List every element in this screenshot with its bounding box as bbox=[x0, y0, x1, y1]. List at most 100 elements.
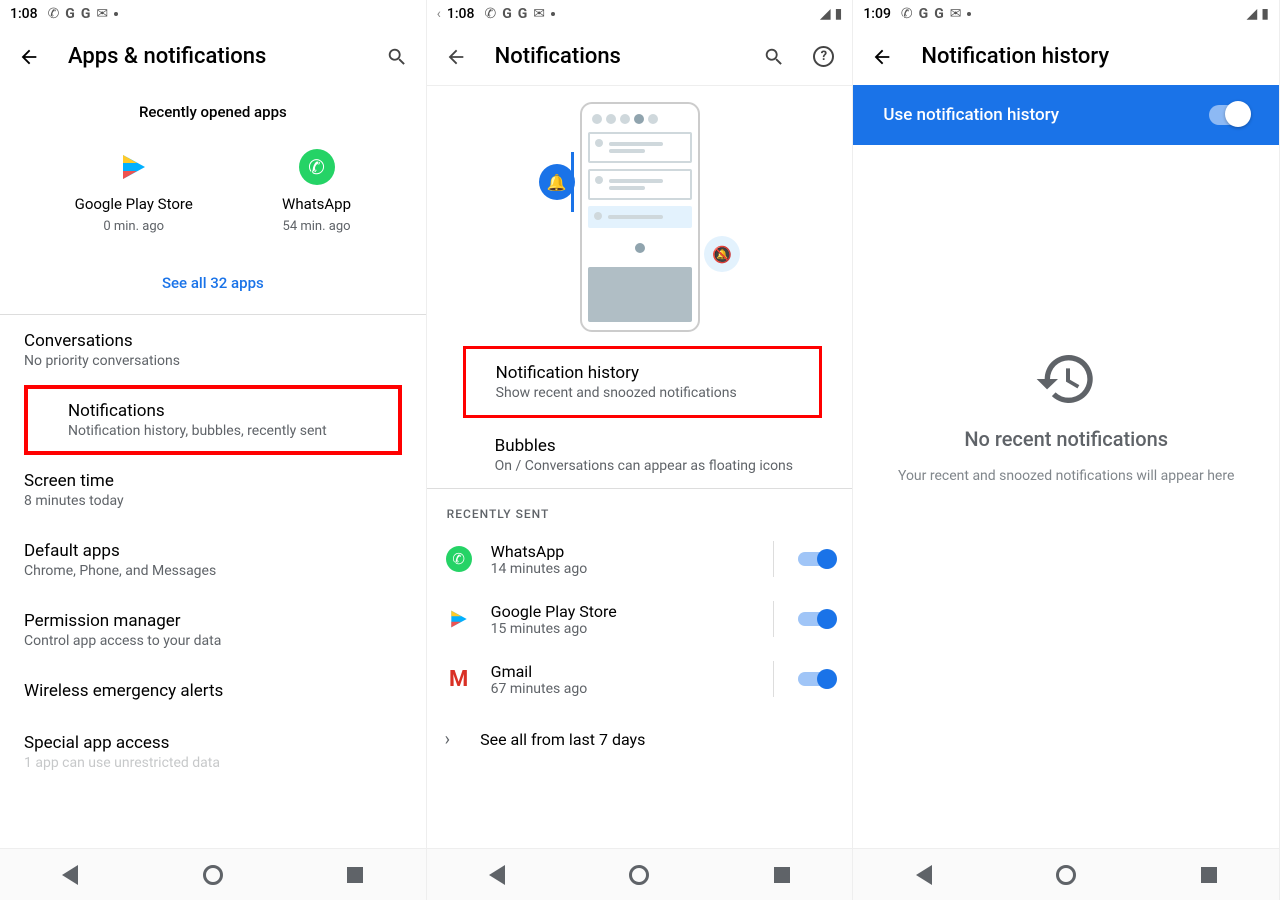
help-icon[interactable]: ? bbox=[813, 46, 834, 67]
recently-opened-label: Recently opened apps bbox=[0, 85, 426, 131]
bell-icon: 🔔 bbox=[539, 164, 575, 200]
chevron-right-icon: › bbox=[445, 729, 450, 750]
row-sub: Notification history, bubbles, recently … bbox=[68, 423, 398, 439]
app-time: 0 min. ago bbox=[103, 219, 164, 234]
row-wireless-emergency[interactable]: Wireless emergency alerts bbox=[0, 665, 426, 717]
row-title: Default apps bbox=[24, 541, 402, 561]
screen-notifications: ‹ 1:08 ✆ G G ✉ ◢ ▮ Notifications ? 🔔 bbox=[427, 0, 854, 900]
whatsapp-status-icon: ✆ bbox=[901, 6, 913, 22]
sent-item-gmail[interactable]: M Gmail 67 minutes ago bbox=[427, 649, 853, 709]
playstore-icon bbox=[445, 605, 473, 633]
see-all-last-7-days[interactable]: › See all from last 7 days bbox=[427, 709, 853, 770]
recently-sent-label: RECENTLY SENT bbox=[427, 489, 853, 529]
screen-apps-notifications: 1:08 ✆ G G ✉ Apps & notifications Recent… bbox=[0, 0, 427, 900]
status-icons-right: ◢ ▮ bbox=[820, 6, 843, 22]
use-history-toggle[interactable] bbox=[1209, 105, 1249, 125]
history-icon bbox=[1034, 347, 1098, 411]
see-all-apps-link[interactable]: See all 32 apps bbox=[0, 248, 426, 314]
search-icon[interactable] bbox=[763, 46, 785, 68]
google-status-icon: G bbox=[919, 6, 929, 22]
notification-toggle[interactable] bbox=[798, 552, 834, 566]
sent-item-playstore[interactable]: Google Play Store 15 minutes ago bbox=[427, 589, 853, 649]
page-title: Notifications bbox=[495, 44, 621, 69]
row-title: Wireless emergency alerts bbox=[24, 681, 402, 701]
back-icon[interactable] bbox=[18, 46, 40, 68]
nav-recents-icon[interactable] bbox=[1201, 867, 1217, 883]
nav-back-icon[interactable] bbox=[916, 865, 932, 885]
playstore-icon bbox=[112, 145, 156, 189]
toggle-label: Use notification history bbox=[883, 105, 1059, 125]
battery-icon: ▮ bbox=[835, 6, 843, 22]
status-bar: ‹ 1:08 ✆ G G ✉ ◢ ▮ bbox=[427, 0, 853, 28]
screen-notification-history: 1:09 ✆ G G ✉ ◢ ▮ Notification history Us… bbox=[853, 0, 1280, 900]
whatsapp-status-icon: ✆ bbox=[48, 6, 60, 22]
row-notification-history[interactable]: Notification history Show recent and sno… bbox=[466, 349, 820, 415]
header: Notifications ? bbox=[427, 28, 853, 86]
google-status-icon-2: G bbox=[934, 6, 944, 22]
row-title: Notifications bbox=[68, 401, 398, 421]
row-screen-time[interactable]: Screen time 8 minutes today bbox=[0, 455, 426, 525]
sent-time: 14 minutes ago bbox=[491, 561, 750, 577]
status-time: 1:09 bbox=[863, 6, 891, 22]
row-sub: Show recent and snoozed notifications bbox=[496, 385, 800, 401]
empty-title: No recent notifications bbox=[964, 427, 1168, 451]
status-icons-left: ✆ G G ✉ bbox=[48, 6, 119, 22]
status-time: 1:08 bbox=[10, 6, 38, 22]
app-item-whatsapp[interactable]: ✆ WhatsApp 54 min. ago bbox=[282, 145, 351, 234]
row-title: Special app access bbox=[24, 733, 402, 753]
row-notifications[interactable]: Notifications Notification history, bubb… bbox=[24, 385, 402, 455]
status-icons-left: ✆ G G ✉ bbox=[901, 6, 972, 22]
status-bar: 1:09 ✆ G G ✉ ◢ ▮ bbox=[853, 0, 1279, 28]
header: Apps & notifications bbox=[0, 28, 426, 85]
row-conversations[interactable]: Conversations No priority conversations bbox=[0, 315, 426, 385]
row-sub: On / Conversations can appear as floatin… bbox=[495, 458, 833, 474]
nav-home-icon[interactable] bbox=[1056, 865, 1076, 885]
search-icon[interactable] bbox=[386, 46, 408, 68]
page-title: Apps & notifications bbox=[68, 44, 266, 69]
back-icon[interactable] bbox=[445, 46, 467, 68]
row-permission-manager[interactable]: Permission manager Control app access to… bbox=[0, 595, 426, 665]
more-status-icon bbox=[114, 12, 118, 16]
row-special-access[interactable]: Special app access 1 app can use unrestr… bbox=[0, 717, 426, 787]
wifi-icon: ◢ bbox=[1247, 6, 1258, 22]
sent-time: 15 minutes ago bbox=[491, 621, 750, 637]
see-all-label: See all from last 7 days bbox=[480, 730, 645, 749]
app-item-playstore[interactable]: Google Play Store 0 min. ago bbox=[75, 145, 193, 234]
row-sub: Chrome, Phone, and Messages bbox=[24, 563, 402, 579]
status-time: 1:08 bbox=[447, 6, 475, 22]
row-title: Notification history bbox=[496, 363, 800, 383]
notification-toggle[interactable] bbox=[798, 612, 834, 626]
nav-recents-icon[interactable] bbox=[347, 867, 363, 883]
notifications-illustration: 🔔 🔕 bbox=[427, 86, 853, 346]
back-icon[interactable] bbox=[871, 46, 893, 68]
row-sub: Control app access to your data bbox=[24, 633, 402, 649]
bell-off-icon: 🔕 bbox=[704, 236, 740, 272]
nav-back-icon[interactable] bbox=[62, 865, 78, 885]
overflow-left-icon: ‹ bbox=[437, 6, 441, 22]
empty-state: No recent notifications Your recent and … bbox=[853, 145, 1279, 848]
use-history-toggle-bar[interactable]: Use notification history bbox=[853, 85, 1279, 145]
whatsapp-status-icon: ✆ bbox=[484, 6, 496, 22]
row-default-apps[interactable]: Default apps Chrome, Phone, and Messages bbox=[0, 525, 426, 595]
app-name: Google Play Store bbox=[75, 195, 193, 213]
nav-bar bbox=[853, 848, 1279, 900]
sent-time: 67 minutes ago bbox=[491, 681, 750, 697]
more-status-icon bbox=[551, 12, 555, 16]
nav-home-icon[interactable] bbox=[629, 865, 649, 885]
nav-recents-icon[interactable] bbox=[774, 867, 790, 883]
row-bubbles[interactable]: Bubbles On / Conversations can appear as… bbox=[427, 422, 853, 488]
row-notification-history-highlight: Notification history Show recent and sno… bbox=[463, 346, 823, 418]
google-status-icon: G bbox=[65, 6, 75, 22]
gmail-status-icon: ✉ bbox=[533, 6, 545, 22]
recently-opened-apps: Google Play Store 0 min. ago ✆ WhatsApp … bbox=[0, 131, 426, 248]
nav-bar bbox=[427, 848, 853, 900]
gmail-status-icon: ✉ bbox=[950, 6, 962, 22]
notification-toggle[interactable] bbox=[798, 672, 834, 686]
nav-home-icon[interactable] bbox=[203, 865, 223, 885]
sent-item-whatsapp[interactable]: ✆ WhatsApp 14 minutes ago bbox=[427, 529, 853, 589]
empty-subtitle: Your recent and snoozed notifications wi… bbox=[898, 467, 1234, 487]
nav-back-icon[interactable] bbox=[489, 865, 505, 885]
google-status-icon: G bbox=[502, 6, 512, 22]
row-sub: 1 app can use unrestricted data bbox=[24, 755, 402, 771]
whatsapp-icon: ✆ bbox=[295, 145, 339, 189]
